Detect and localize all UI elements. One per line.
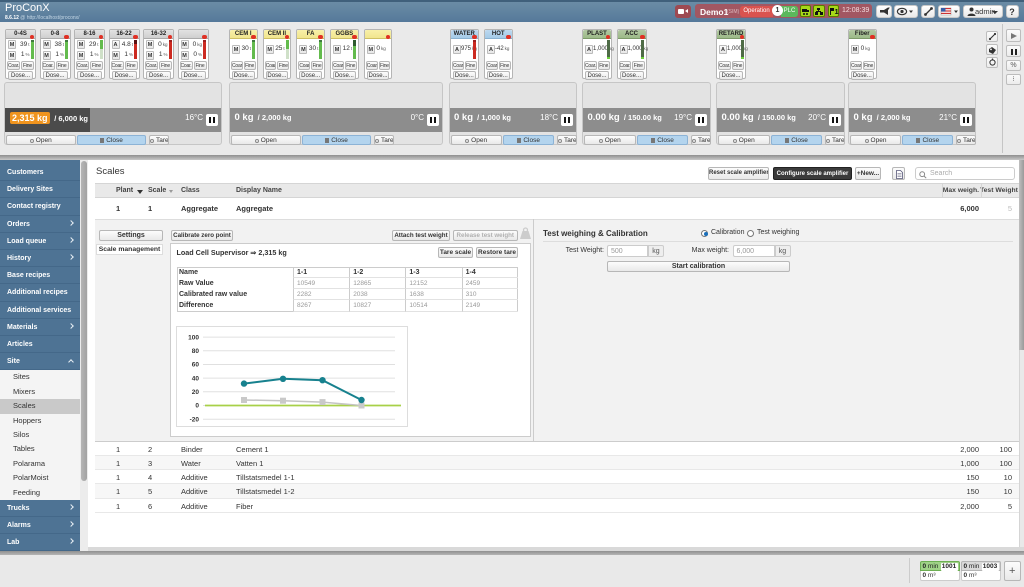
svg-text:60: 60 [192, 362, 200, 369]
svg-text:-20: -20 [190, 416, 200, 423]
svg-text:40: 40 [192, 375, 200, 382]
svg-text:100: 100 [188, 334, 199, 341]
svg-text:20: 20 [192, 389, 200, 396]
svg-text:80: 80 [192, 348, 200, 355]
svg-text:0: 0 [195, 403, 199, 410]
